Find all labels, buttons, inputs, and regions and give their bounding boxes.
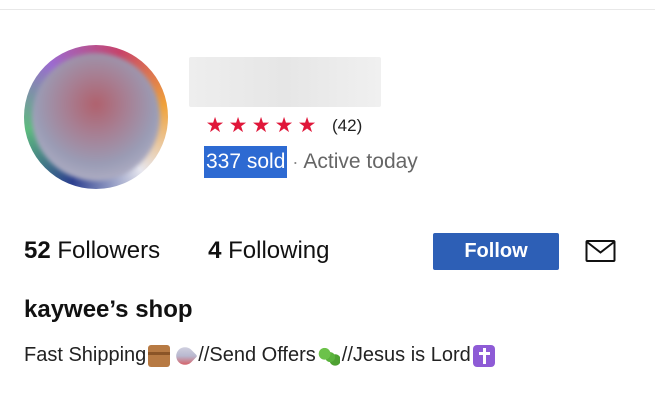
sold-count: 337 sold bbox=[204, 146, 288, 178]
envelope-icon[interactable] bbox=[585, 239, 616, 263]
star-icon: ★ bbox=[297, 114, 317, 137]
seller-name-redacted bbox=[189, 57, 381, 107]
package-emoji-icon bbox=[148, 344, 171, 367]
avatar[interactable] bbox=[24, 45, 168, 189]
star-icon: ★ bbox=[274, 114, 294, 137]
bio-text-3: //Jesus is Lord bbox=[341, 344, 471, 366]
follow-stats: 52 Followers 4 Following bbox=[24, 233, 330, 269]
following-label: Following bbox=[228, 237, 330, 264]
followers-count: 52 bbox=[24, 237, 51, 264]
shop-bio: Fast Shipping //Send Offers //Jesus is L… bbox=[24, 343, 497, 368]
seller-profile: ★ ★ ★ ★ ★ (42) 337 sold · Active today 5… bbox=[0, 0, 655, 400]
star-icon: ★ bbox=[228, 114, 248, 137]
shop-name: kaywee’s shop bbox=[24, 296, 193, 323]
star-icon: ★ bbox=[205, 114, 225, 137]
following-count: 4 bbox=[208, 237, 222, 264]
following-link[interactable]: 4 Following bbox=[208, 237, 329, 265]
rating-count: (42) bbox=[332, 116, 363, 135]
bio-text-2: //Send Offers bbox=[198, 344, 316, 366]
cross-emoji-icon bbox=[472, 344, 495, 367]
top-divider bbox=[0, 9, 655, 10]
avatar-blurred-image bbox=[32, 53, 160, 181]
follow-button[interactable]: Follow bbox=[433, 233, 559, 270]
activity-status: Active today bbox=[303, 150, 418, 173]
followers-label: Followers bbox=[57, 237, 161, 264]
caterpillar-emoji-icon bbox=[317, 344, 340, 367]
star-icon: ★ bbox=[251, 114, 271, 137]
followers-link[interactable]: 52 Followers bbox=[24, 237, 160, 265]
sales-activity: 337 sold · Active today bbox=[204, 146, 418, 178]
rocket-emoji-icon bbox=[172, 343, 198, 368]
rating[interactable]: ★ ★ ★ ★ ★ (42) bbox=[205, 114, 363, 137]
separator-dot: · bbox=[292, 151, 299, 172]
bio-text-1: Fast Shipping bbox=[24, 344, 147, 366]
